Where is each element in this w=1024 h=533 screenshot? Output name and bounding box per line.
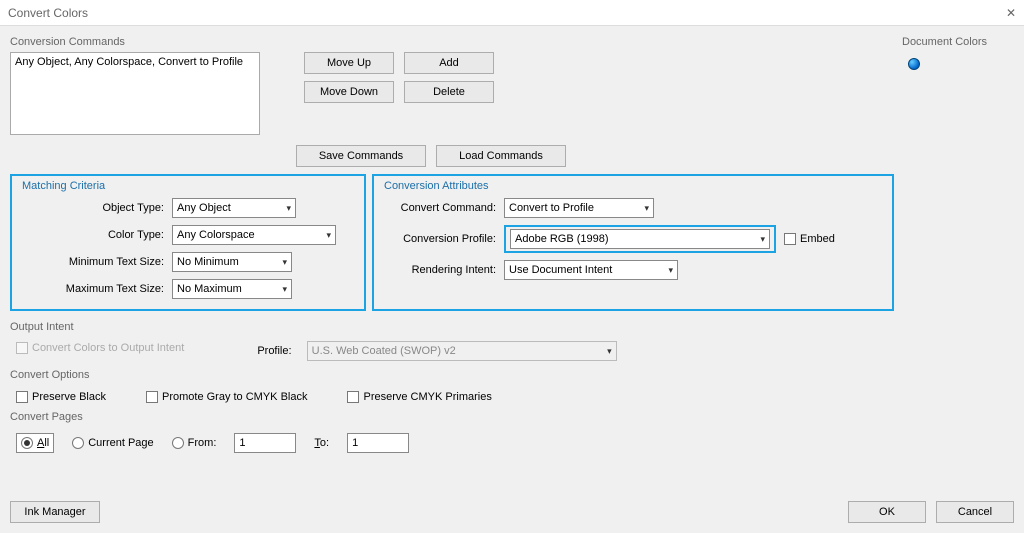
matching-criteria-label: Matching Criteria	[22, 180, 354, 192]
conversion-attributes-label: Conversion Attributes	[384, 180, 882, 192]
ink-manager-button[interactable]: Ink Manager	[10, 501, 100, 523]
chevron-down-icon: ▾	[668, 265, 673, 276]
close-icon[interactable]: ✕	[1006, 6, 1016, 20]
rendering-intent-select[interactable]: Use Document Intent▾	[504, 260, 678, 280]
pages-from-radio[interactable]: From:	[172, 437, 217, 449]
min-text-size-select[interactable]: No Minimum▾	[172, 252, 292, 272]
promote-gray-checkbox[interactable]: Promote Gray to CMYK Black	[146, 391, 308, 403]
chevron-down-icon: ▾	[760, 234, 765, 245]
document-colors-label: Document Colors	[902, 36, 1014, 48]
max-text-size-label: Maximum Text Size:	[22, 283, 172, 295]
pages-all-radio[interactable]: All	[16, 433, 54, 453]
pages-from-input[interactable]	[234, 433, 296, 453]
load-commands-button[interactable]: Load Commands	[436, 145, 566, 167]
pages-current-radio[interactable]: Current Page	[72, 437, 153, 449]
chevron-down-icon: ▾	[326, 230, 331, 241]
chevron-down-icon: ▾	[286, 203, 291, 214]
chevron-down-icon: ▾	[644, 203, 649, 214]
object-type-label: Object Type:	[22, 202, 172, 214]
command-entry[interactable]: Any Object, Any Colorspace, Convert to P…	[15, 56, 255, 68]
output-intent-label: Output Intent	[10, 321, 894, 333]
rendering-intent-label: Rendering Intent:	[384, 264, 504, 276]
embed-checkbox[interactable]: Embed	[784, 233, 835, 245]
color-type-label: Color Type:	[22, 229, 172, 241]
commands-list[interactable]: Any Object, Any Colorspace, Convert to P…	[10, 52, 260, 135]
add-button[interactable]: Add	[404, 52, 494, 74]
ok-button[interactable]: OK	[848, 501, 926, 523]
document-color-swatch[interactable]	[908, 58, 920, 70]
chevron-down-icon: ▾	[282, 257, 287, 268]
convert-command-label: Convert Command:	[384, 202, 504, 214]
max-text-size-select[interactable]: No Maximum▾	[172, 279, 292, 299]
conversion-commands-label: Conversion Commands	[10, 36, 894, 48]
cancel-button[interactable]: Cancel	[936, 501, 1014, 523]
conversion-attributes-section: Conversion Attributes Convert Command: C…	[372, 174, 894, 311]
window-title: Convert Colors	[8, 6, 88, 20]
convert-options-label: Convert Options	[10, 369, 894, 381]
matching-criteria-section: Matching Criteria Object Type: Any Objec…	[10, 174, 366, 311]
convert-pages-label: Convert Pages	[10, 411, 894, 423]
chevron-down-icon: ▾	[282, 284, 287, 295]
titlebar: Convert Colors ✕	[0, 0, 1024, 26]
pages-to-label: To:	[314, 437, 329, 449]
convert-command-select[interactable]: Convert to Profile▾	[504, 198, 654, 218]
conversion-profile-label: Conversion Profile:	[384, 233, 504, 245]
convert-output-intent-checkbox: Convert Colors to Output Intent	[16, 342, 184, 354]
output-profile-select: U.S. Web Coated (SWOP) v2▾	[307, 341, 617, 361]
output-profile-label: Profile:	[257, 345, 291, 357]
chevron-down-icon: ▾	[607, 346, 612, 357]
delete-button[interactable]: Delete	[404, 81, 494, 103]
color-type-select[interactable]: Any Colorspace▾	[172, 225, 336, 245]
conversion-profile-select[interactable]: Adobe RGB (1998)▾	[510, 229, 770, 249]
object-type-select[interactable]: Any Object▾	[172, 198, 296, 218]
min-text-size-label: Minimum Text Size:	[22, 256, 172, 268]
preserve-cmyk-checkbox[interactable]: Preserve CMYK Primaries	[347, 391, 491, 403]
move-down-button[interactable]: Move Down	[304, 81, 394, 103]
pages-to-input[interactable]	[347, 433, 409, 453]
preserve-black-checkbox[interactable]: Preserve Black	[16, 391, 106, 403]
save-commands-button[interactable]: Save Commands	[296, 145, 426, 167]
move-up-button[interactable]: Move Up	[304, 52, 394, 74]
